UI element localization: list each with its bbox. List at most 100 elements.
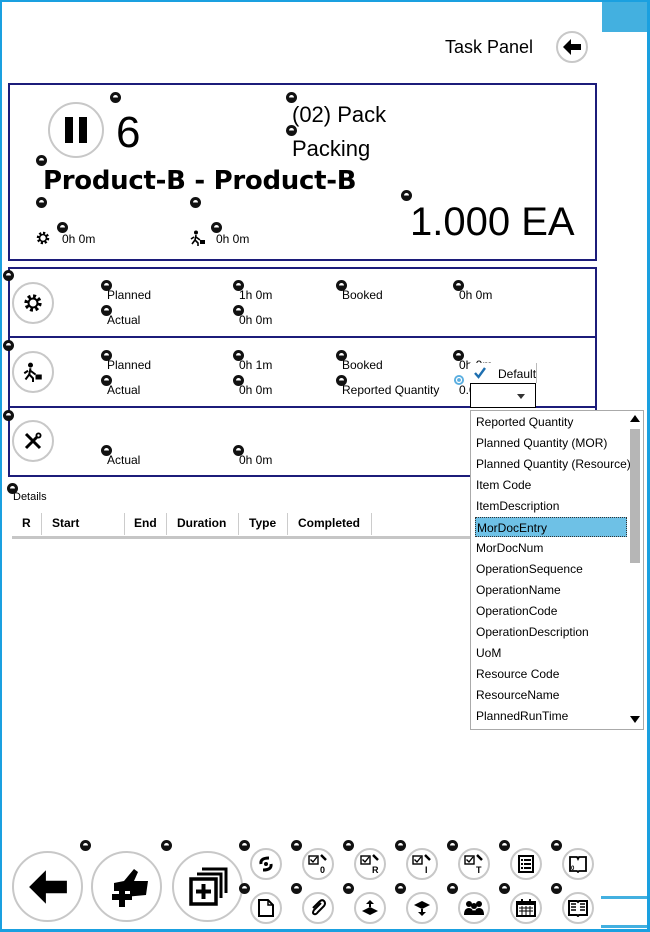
dropdown-option[interactable]: ItemDescription (475, 496, 627, 516)
scroll-down-icon[interactable] (630, 716, 640, 723)
column-divider (287, 513, 288, 535)
checklist-r-button[interactable]: R (354, 848, 386, 880)
back-button[interactable] (556, 31, 588, 63)
dropdown-option[interactable]: ResourceName (475, 685, 627, 705)
adorner-marker (110, 92, 121, 103)
adorner-marker (401, 190, 412, 201)
field-selector-combo[interactable] (470, 383, 536, 408)
refresh-icon[interactable] (453, 374, 465, 386)
column-divider (124, 513, 125, 535)
column-divider (371, 513, 372, 535)
approve-add-button[interactable] (91, 851, 162, 922)
default-checkbox[interactable]: Default (470, 363, 537, 383)
adorner-marker (233, 445, 244, 456)
back-large-button[interactable] (12, 851, 83, 922)
scroll-up-icon[interactable] (630, 415, 640, 422)
column-header-type[interactable]: Type (249, 516, 276, 530)
column-header-duration[interactable]: Duration (177, 516, 226, 530)
checklist-o-button[interactable]: 0 (302, 848, 334, 880)
dropdown-option-selected[interactable]: MorDocEntry (475, 517, 627, 537)
book-button[interactable] (562, 892, 594, 924)
svg-text:0: 0 (320, 865, 325, 874)
dropdown-option[interactable]: Resource Code (475, 664, 627, 684)
tools-actual-value: 0h 0m (239, 453, 273, 467)
dropdown-option[interactable]: Reported Quantity (475, 412, 627, 432)
adorner-marker (239, 840, 250, 851)
svg-text:I: I (425, 865, 428, 874)
adorner-marker (161, 840, 172, 851)
tools-button[interactable] (12, 420, 54, 462)
adorner-marker (551, 840, 562, 851)
dropdown-option[interactable]: OperationSequence (475, 559, 627, 579)
setup-time-panel (8, 267, 597, 338)
product-name: Product-B - Product-B (43, 166, 357, 196)
column-divider (41, 513, 42, 535)
adorner-marker (3, 270, 14, 281)
page-title: Task Panel (445, 37, 534, 57)
run-actual-label: Actual (107, 383, 141, 397)
worker-icon (23, 362, 42, 382)
adorner-marker (239, 883, 250, 894)
switch-button[interactable] (250, 848, 282, 880)
adorner-marker (551, 883, 562, 894)
dropdown-option[interactable]: Planned Quantity (MOR) (475, 433, 627, 453)
add-copies-button[interactable] (172, 851, 243, 922)
run-button[interactable] (12, 351, 54, 393)
adorner-marker (395, 840, 406, 851)
adorner-marker (233, 375, 244, 386)
calendar-button[interactable] (510, 892, 542, 924)
dropdown-option[interactable]: Item Code (475, 475, 627, 495)
dropdown-option[interactable]: OperationName (475, 580, 627, 600)
team-icon (464, 901, 484, 915)
dropdown-option[interactable]: OperationCode (475, 601, 627, 621)
scrollbar-thumb[interactable] (630, 429, 640, 563)
manual-icon: 0 (569, 856, 587, 873)
adorner-marker (101, 445, 112, 456)
move-down-button[interactable] (406, 892, 438, 924)
team-button[interactable] (458, 892, 490, 924)
dropdown-option[interactable]: OperationDescription (475, 622, 627, 642)
column-header-end[interactable]: End (134, 516, 157, 530)
adorner-marker (233, 350, 244, 361)
bottom-accent-line-2 (601, 925, 648, 928)
setup-actual-value: 0h 0m (239, 313, 273, 327)
list-button[interactable] (510, 848, 542, 880)
setup-button[interactable] (12, 282, 54, 324)
column-header-r[interactable]: R (22, 516, 31, 530)
field-dropdown-list[interactable]: Reported Quantity Planned Quantity (MOR)… (470, 410, 644, 730)
checklist-t-button[interactable]: T (458, 848, 490, 880)
document-icon (258, 899, 274, 917)
attachment-button[interactable] (302, 892, 334, 924)
sequence-number: 6 (116, 108, 141, 157)
dropdown-scrollbar[interactable] (629, 413, 641, 727)
default-checkbox-label: Default (498, 367, 537, 381)
adorner-marker (190, 197, 201, 208)
setup-time: 0h 0m (62, 232, 96, 246)
checklist-i-button[interactable]: I (406, 848, 438, 880)
dropdown-option[interactable]: UoM (475, 643, 627, 663)
run-actual-value: 0h 0m (239, 383, 273, 397)
column-header-start[interactable]: Start (52, 516, 79, 530)
run-planned-value: 0h 1m (239, 358, 273, 372)
checkmark-icon (474, 367, 486, 379)
adorner-marker (336, 375, 347, 386)
dropdown-option[interactable]: PlannedRunTime (475, 706, 627, 726)
table-header-underline (12, 536, 470, 539)
corner-accent (602, 0, 650, 32)
adorner-marker (7, 483, 18, 494)
arrow-left-icon (563, 39, 581, 55)
add-copies-icon (188, 867, 227, 906)
dropdown-option[interactable]: Planned Quantity (Resource) (475, 454, 631, 474)
dropdown-option[interactable]: MorDocNum (475, 538, 627, 558)
setup-booked-label: Booked (342, 288, 383, 302)
pause-button[interactable] (48, 102, 104, 158)
manual-button[interactable]: 0 (562, 848, 594, 880)
document-button[interactable] (250, 892, 282, 924)
book-icon (568, 900, 588, 917)
setup-planned-value: 1h 0m (239, 288, 273, 302)
quantity-display: 1.000 EA (410, 200, 575, 244)
move-up-button[interactable] (354, 892, 386, 924)
adorner-marker (233, 305, 244, 316)
adorner-marker (453, 350, 464, 361)
column-header-completed[interactable]: Completed (298, 516, 360, 530)
